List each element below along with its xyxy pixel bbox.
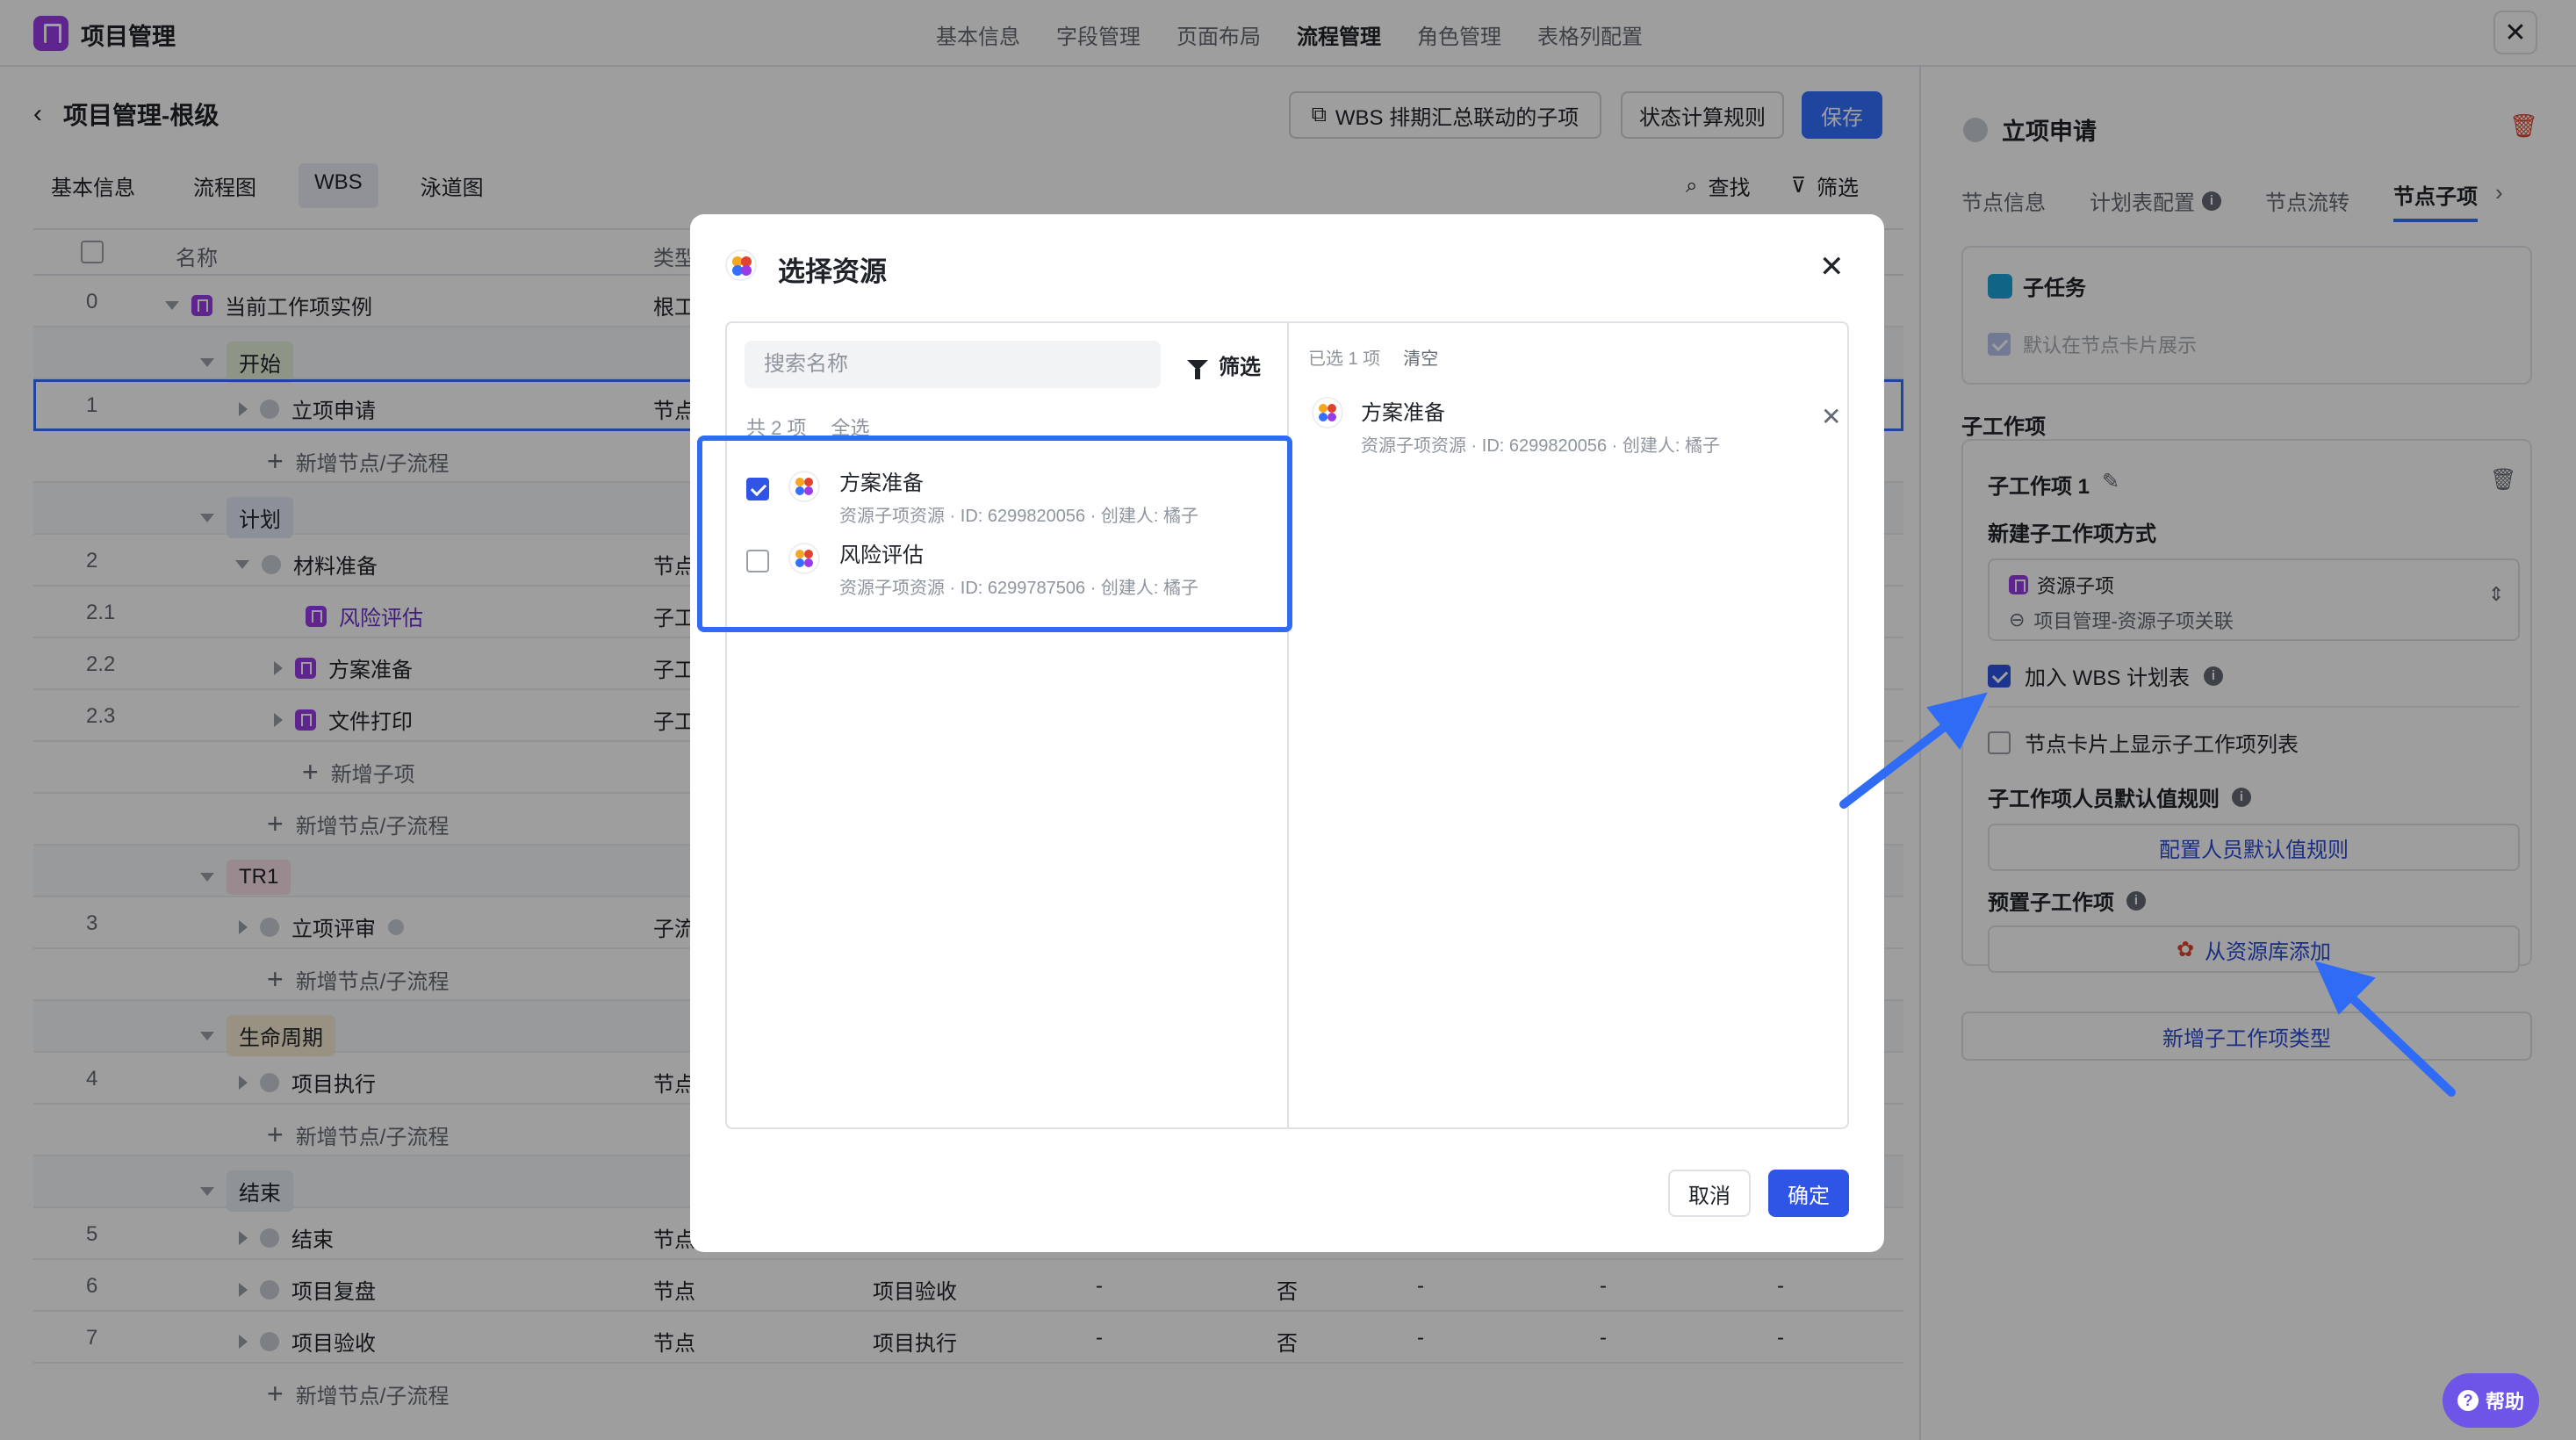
resource-checkbox[interactable] [746,478,769,500]
confirm-button[interactable]: 确定 [1768,1170,1849,1217]
resource-logo-icon [788,543,820,574]
clear-link[interactable]: 清空 [1403,344,1438,370]
cancel-button[interactable]: 取消 [1668,1170,1751,1217]
resource-name: 方案准备 [839,472,924,495]
close-icon[interactable]: ✕ [1819,249,1845,284]
resource-list-pane: 筛选 共 2 项 全选 方案准备 资源子项资源 · ID: 6299820056… [697,323,1292,1127]
resource-meta: 资源子项资源 · ID: 6299787506 · 创建人: 橘子 [839,579,1199,598]
search-input[interactable] [745,341,1161,388]
selected-count: 已选 1 项 [1308,349,1381,369]
filter-button[interactable]: 筛选 [1187,349,1261,380]
remove-icon[interactable]: ✕ [1821,402,1841,431]
resource-item[interactable]: 风险评估 资源子项资源 · ID: 6299787506 · 创建人: 橘子 [746,537,1198,599]
resource-library-icon [725,249,757,281]
resource-meta: 资源子项资源 · ID: 6299820056 · 创建人: 橘子 [839,507,1199,526]
selected-item: 方案准备 资源子项资源 · ID: 6299820056 · 创建人: 橘子 ✕ [1312,395,1841,457]
question-icon: ? [2457,1390,2479,1411]
resource-item[interactable]: 方案准备 资源子项资源 · ID: 6299820056 · 创建人: 橘子 [746,465,1198,527]
selected-pane: 已选 1 项 清空 方案准备 资源子项资源 · ID: 6299820056 ·… [1289,323,1847,1127]
resource-logo-icon [1312,397,1343,428]
modal-body: 筛选 共 2 项 全选 方案准备 资源子项资源 · ID: 6299820056… [697,321,1849,1129]
selected-name: 方案准备 [1361,401,1445,425]
filter-icon [1187,359,1208,379]
resource-checkbox[interactable] [746,550,769,572]
modal-title: 选择资源 [778,256,887,287]
help-button[interactable]: ? 帮助 [2443,1373,2539,1428]
select-resource-modal: 选择资源 ✕ 筛选 共 2 项 全选 [690,214,1884,1252]
resource-name: 风险评估 [839,544,924,567]
selected-meta: 资源子项资源 · ID: 6299820056 · 创建人: 橘子 [1361,436,1721,456]
resource-logo-icon [788,471,820,502]
